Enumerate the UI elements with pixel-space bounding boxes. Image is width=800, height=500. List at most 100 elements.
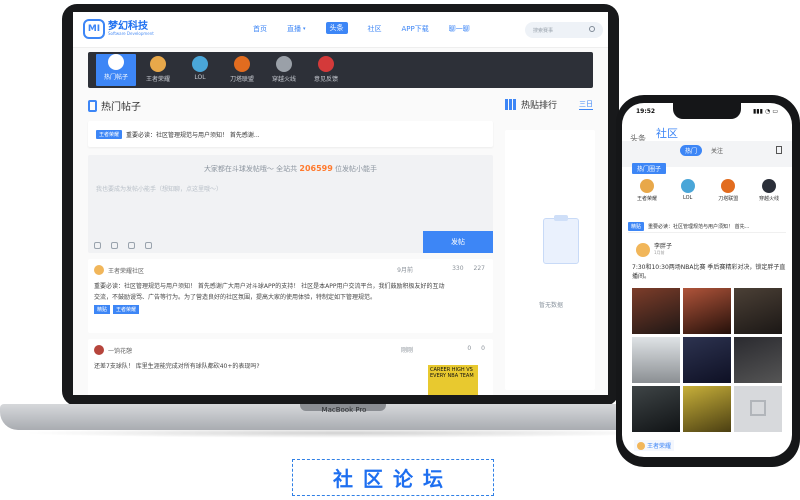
game-tab-feedback[interactable]: 意见反馈	[306, 56, 346, 83]
post-thumbnail[interactable]: CAREER HIGH VS EVERY NBA TEAM	[428, 365, 478, 395]
phone-post-text: 7:30和10:30两场NBA比赛 季后赛精彩对决，锁定胖子直播间。	[632, 264, 786, 280]
nav-item-chat[interactable]: 聊一聊	[449, 23, 470, 34]
post-image[interactable]	[683, 288, 731, 334]
lol-icon	[680, 179, 695, 193]
phone-game-crossfire[interactable]: 穿越火线	[752, 179, 786, 202]
crossfire-icon	[276, 56, 292, 72]
king-glory-icon	[640, 179, 654, 193]
king-glory-icon	[150, 56, 166, 72]
nav-item-community[interactable]: 社区	[368, 23, 382, 34]
post-time: 刚刚	[400, 347, 413, 354]
play-icon	[108, 54, 124, 70]
hot-posts-title: 热门帖子	[88, 98, 493, 113]
empty-text: 暂无数据	[539, 302, 564, 309]
hot-circle-label: 热门圈子	[632, 163, 667, 174]
game-tab-dota[interactable]: 刀塔联盟	[222, 56, 262, 83]
post-composer: 大家都在斗球发帖哦～ 全站共 206599 位发帖小能手 我也要成为发帖小能手（…	[88, 155, 493, 253]
phone-post-header[interactable]: 李胖子 1月前	[636, 243, 672, 257]
logo-mark: MI	[83, 19, 105, 39]
image-placeholder-icon[interactable]	[734, 386, 782, 432]
laptop-brand: MacBook Pro	[321, 406, 367, 414]
laptop-screen: MI 梦幻科技 Software Development 首页 直播 ▾ 头条 社…	[73, 12, 608, 395]
post-image[interactable]	[632, 288, 680, 334]
avatar	[636, 243, 650, 257]
phone-game-king-glory[interactable]: 王者荣耀	[630, 179, 664, 202]
phone-image-grid	[632, 288, 786, 432]
chevron-down-icon: ▾	[303, 25, 306, 32]
game-tab-lol[interactable]: LOL	[180, 56, 220, 81]
composer-input[interactable]: 我也要成为发帖小能手（想知聊，点这里哦～）	[96, 184, 222, 193]
comment-count[interactable]: 227	[474, 265, 485, 272]
dota-icon	[234, 56, 250, 72]
bar-chart-icon	[505, 99, 517, 110]
crossfire-icon	[761, 179, 776, 193]
like-count[interactable]: 330	[452, 265, 463, 272]
showcase-canvas: MacBook Pro MI 梦幻科技 Software Development…	[0, 0, 800, 500]
avatar	[94, 265, 104, 275]
post-item[interactable]: 王者荣耀社区 9月前 330 227 重要必读：社区管理规范与用户须知！ 首先感…	[88, 259, 493, 333]
nav-menu: 首页 直播 ▾ 头条 社区 APP下载 聊一聊	[253, 22, 490, 34]
laptop-base: MacBook Pro	[0, 404, 688, 430]
notice-text: 重要必读：社区管理规范与用户须知！ 首先感谢...	[126, 131, 260, 139]
post-tag[interactable]: 精贴	[94, 305, 111, 314]
comment-count[interactable]: 0	[481, 345, 485, 352]
game-tab-king-glory[interactable]: 王者荣耀	[138, 56, 178, 83]
clipboard-icon	[543, 215, 579, 264]
submit-post-button[interactable]: 发帖	[423, 231, 493, 253]
post-tag[interactable]: 王者荣耀	[113, 305, 140, 314]
post-image[interactable]	[734, 288, 782, 334]
composer-hint: 大家都在斗球发帖哦～ 全站共 206599 位发帖小能手	[203, 164, 378, 173]
document-icon[interactable]	[776, 146, 782, 154]
post-stats: 330 227	[442, 265, 485, 272]
site-logo[interactable]: MI 梦幻科技 Software Development	[83, 19, 154, 39]
king-glory-icon	[637, 441, 645, 450]
like-count[interactable]: 0	[467, 345, 471, 352]
phone-subtabs: 热门 关注	[680, 145, 732, 156]
tab-three-days[interactable]: 三日	[579, 99, 593, 110]
dota-icon	[721, 179, 736, 193]
search-icon	[589, 26, 595, 32]
phone-notice[interactable]: 精贴 重要必读：社区管理规范与用户须知！ 首先...	[628, 221, 786, 233]
video-icon[interactable]	[128, 242, 135, 249]
search-input[interactable]: 搜索赛事	[525, 22, 603, 38]
game-tab-hot-posts[interactable]: 热门帖子	[96, 54, 136, 86]
post-image[interactable]	[734, 337, 782, 383]
composer-toolbar	[94, 242, 162, 249]
image-icon[interactable]	[111, 242, 118, 249]
post-stats: 0 0	[457, 345, 485, 352]
post-image[interactable]	[632, 386, 680, 432]
subtab-follow[interactable]: 关注	[706, 145, 728, 156]
footer-title: 社区论坛	[292, 459, 494, 496]
poster-count: 206599	[299, 164, 333, 173]
nav-item-live[interactable]: 直播 ▾	[287, 23, 306, 34]
notice-bar[interactable]: 王者荣耀 重要必读：社区管理规范与用户须知！ 首先感谢...	[88, 121, 493, 147]
status-time: 19:52	[636, 108, 656, 115]
top-navigation: MI 梦幻科技 Software Development 首页 直播 ▾ 头条 社…	[73, 12, 608, 48]
post-image[interactable]	[683, 386, 731, 432]
feedback-icon	[318, 56, 334, 72]
logo-text: 梦幻科技 Software Development	[108, 22, 154, 36]
nav-item-headlines[interactable]: 头条	[325, 22, 348, 34]
ranking-empty-panel: 暂无数据	[505, 130, 595, 390]
notice-text: 重要必读：社区管理规范与用户须知！ 首先...	[648, 224, 750, 230]
post-header: 王者荣耀社区	[94, 265, 487, 275]
notice-tag: 精贴	[628, 222, 645, 231]
phone-game-dota[interactable]: 刀塔联盟	[711, 179, 745, 202]
subtab-hot[interactable]: 热门	[680, 145, 703, 156]
phone-post-tag[interactable]: 王者荣耀	[634, 440, 675, 451]
post-author: 一饷花憩	[108, 347, 133, 355]
post-time: 9月前	[397, 267, 413, 274]
game-tab-crossfire[interactable]: 穿越火线	[264, 56, 304, 83]
nav-item-app-download[interactable]: APP下载	[402, 23, 429, 34]
status-bar: 19:52 ▮▮▮ ◔ ▭	[636, 108, 778, 115]
post-header: 一饷花憩	[94, 345, 487, 355]
phone-game-lol[interactable]: LOL	[671, 179, 705, 202]
post-item[interactable]: 一饷花憩 刚刚 0 0 还差7支球队！ 库里生涯能完成对所有球队都砍40+的表现…	[88, 339, 493, 395]
post-image[interactable]	[632, 337, 680, 383]
nav-item-home[interactable]: 首页	[253, 23, 267, 34]
emoji-icon[interactable]	[94, 242, 101, 249]
post-body: 还差7支球队！ 库里生涯能完成对所有球队都砍40+的表现吗?	[94, 363, 260, 370]
link-icon[interactable]	[145, 242, 152, 249]
logo-subtitle: Software Development	[108, 31, 154, 36]
post-image[interactable]	[683, 337, 731, 383]
